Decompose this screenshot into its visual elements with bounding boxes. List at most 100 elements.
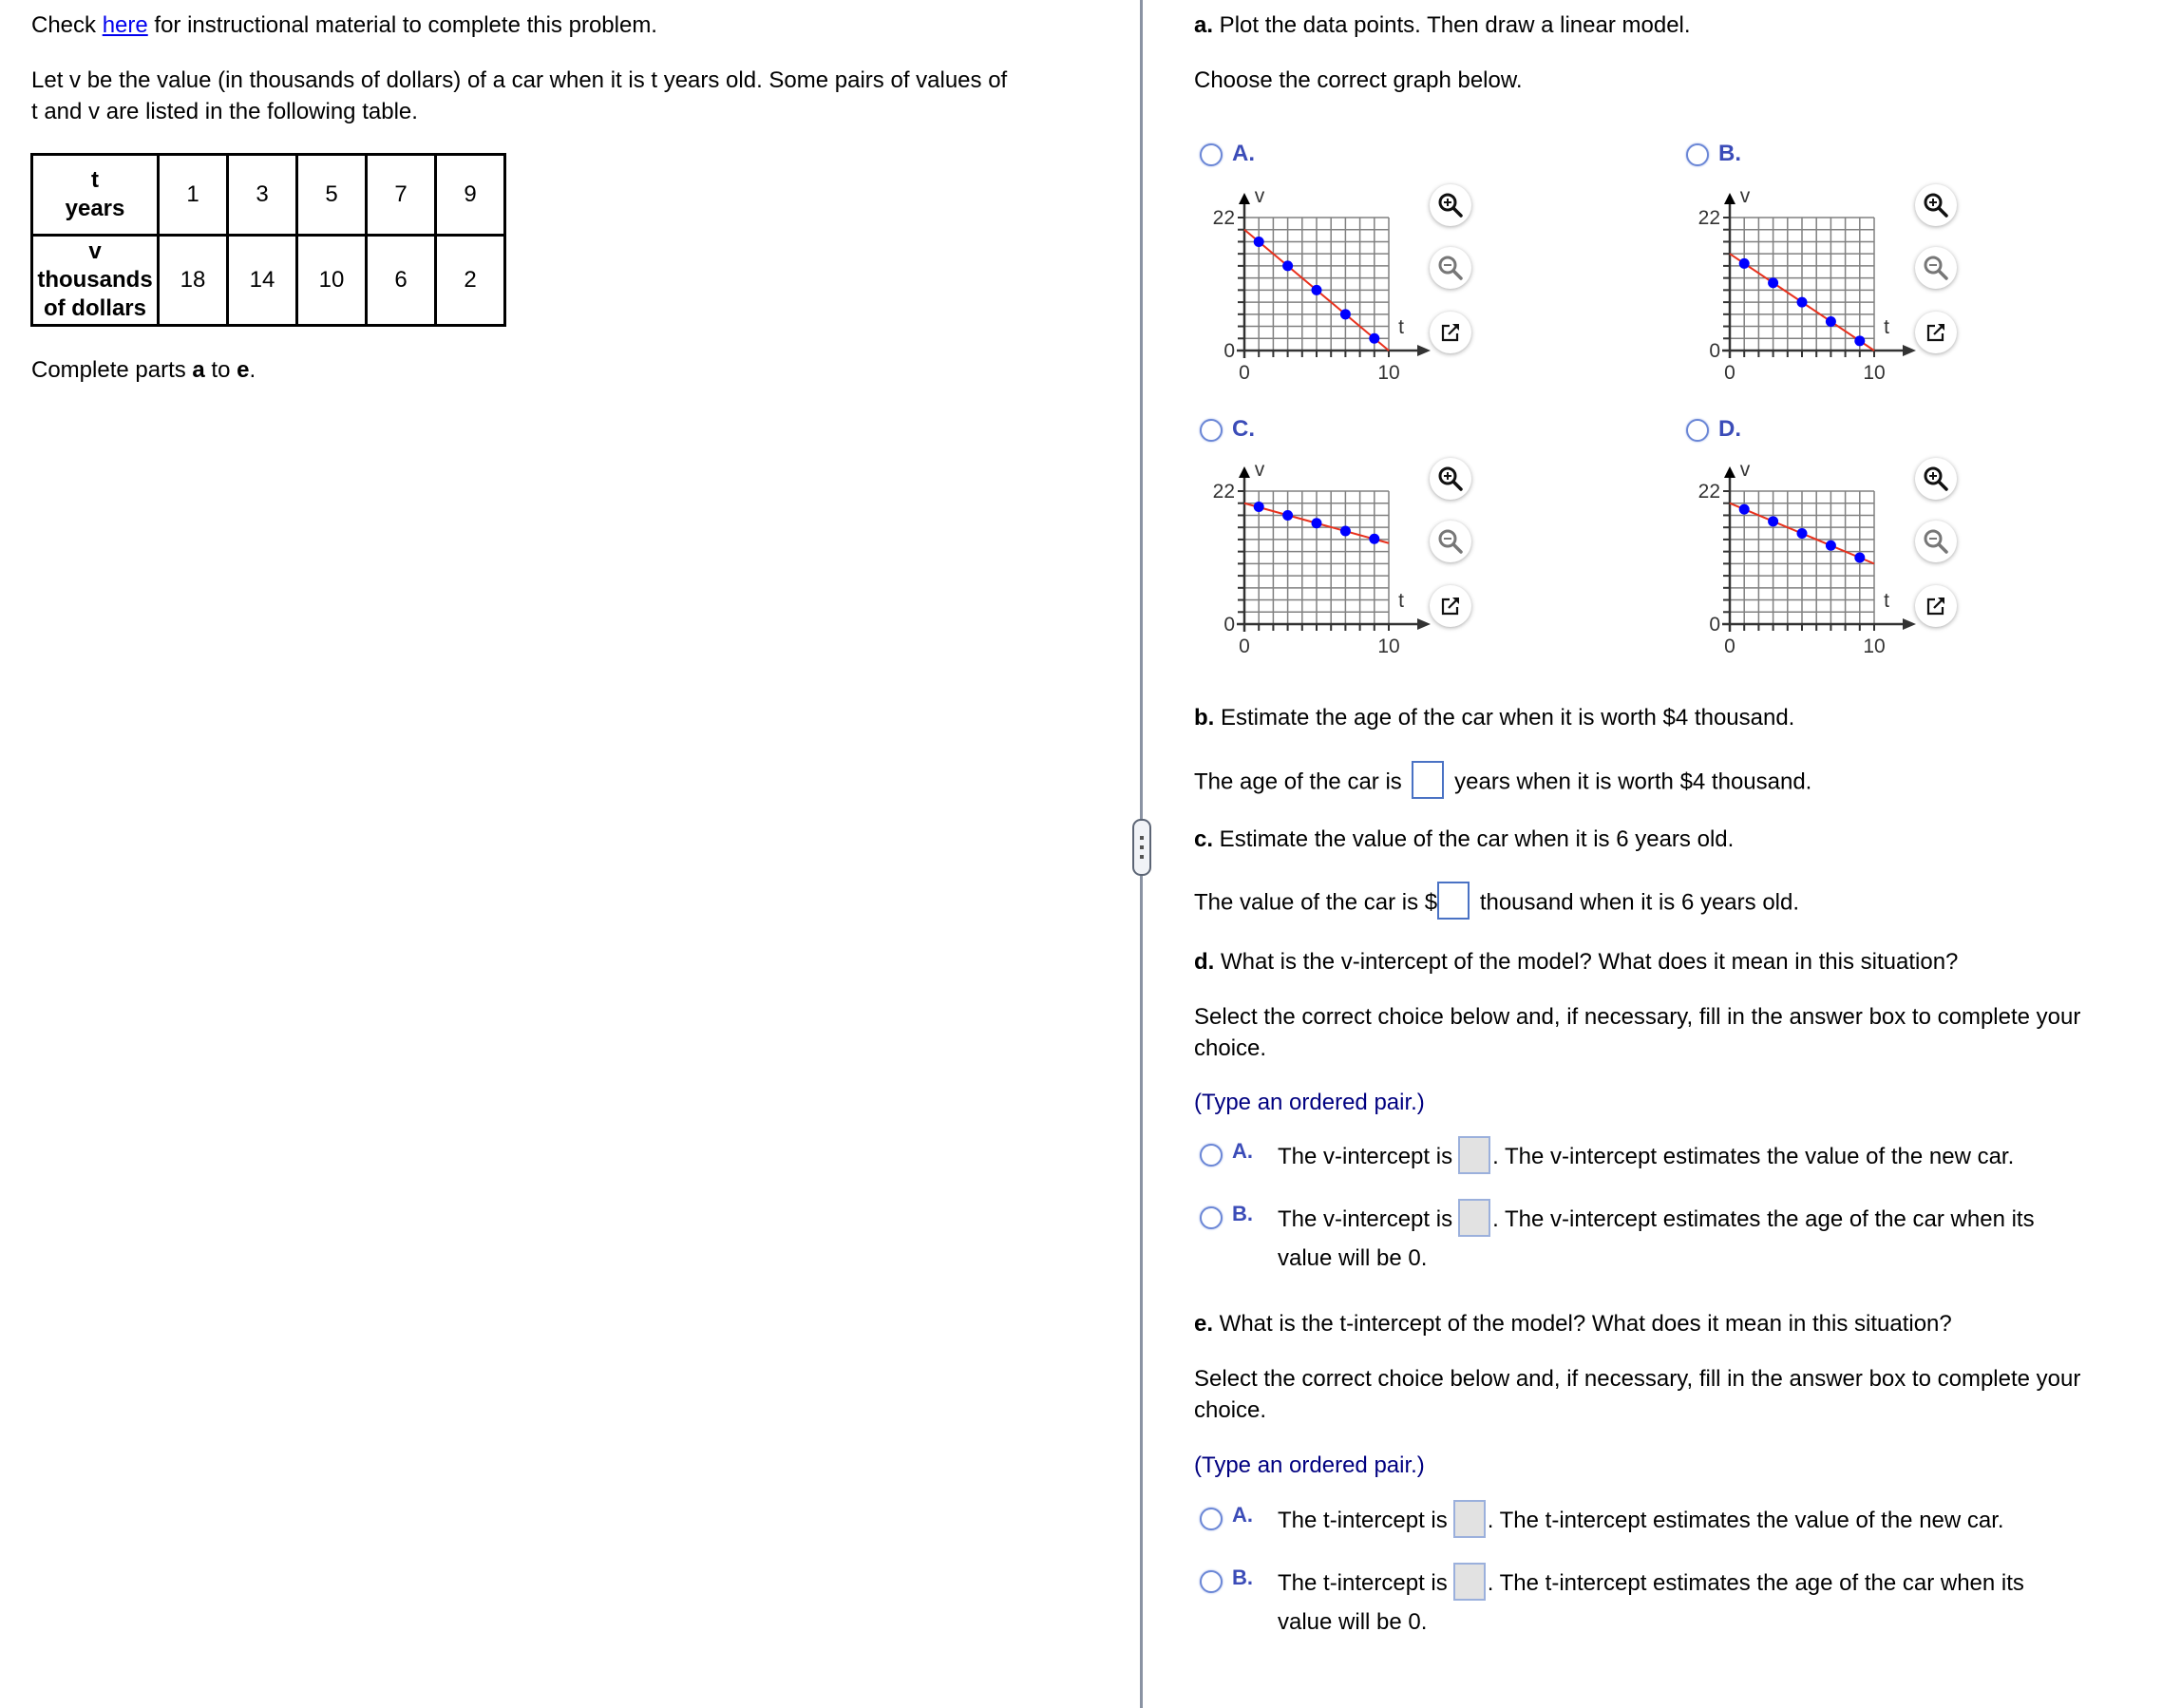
data-point (1369, 533, 1380, 544)
option-text: The t-intercept is . The t-intercept esti… (1278, 1562, 2024, 1642)
value-answer-input[interactable] (1437, 882, 1470, 920)
table-cell: 10 (295, 234, 368, 327)
y-axis-arrow (1724, 193, 1735, 204)
part-e-instruction-line-2: choice. (1194, 1397, 1267, 1423)
y-tick-label: 22 (1698, 481, 1720, 503)
x-tick-label: 10 (1863, 636, 1885, 657)
part-e-instruction: Select the correct choice below and, if … (1194, 1363, 2080, 1426)
x-axis-label: t (1884, 590, 1889, 612)
t-intercept-answer-input[interactable] (1452, 1562, 1486, 1601)
zoom-out-icon (1923, 255, 1949, 281)
y-tick-label: 22 (1698, 207, 1720, 229)
table-cell: 2 (434, 234, 506, 327)
zoom-out-button[interactable] (1915, 521, 1957, 562)
part-a-label: a. (1194, 12, 1214, 38)
problem-line-1: Let v be the value (in thousands of doll… (31, 67, 1008, 93)
option-label[interactable]: A. (1232, 1139, 1253, 1164)
pane-resize-handle[interactable] (1132, 819, 1151, 876)
part-d-instruction: Select the correct choice below and, if … (1194, 1001, 2080, 1064)
table-cell: 18 (157, 234, 229, 327)
complete-parts-text: Complete parts a to e. (31, 354, 256, 386)
data-point (1854, 552, 1866, 563)
zoom-out-icon (1437, 255, 1464, 281)
part-c-label: c. (1194, 826, 1214, 852)
zoom-out-button[interactable] (1430, 247, 1471, 289)
data-point (1311, 518, 1322, 529)
option-text-prefix: The t-intercept is (1278, 1508, 1448, 1533)
option-radio[interactable] (1200, 1144, 1223, 1167)
pop-out-button[interactable] (1915, 312, 1957, 353)
part-b-answer-suffix: years when it is worth $4 thousand. (1454, 769, 1812, 795)
graph-c: 22 00 10 v t (1213, 459, 1431, 657)
y-tick-label: 22 (1213, 481, 1235, 503)
part-e-text: What is the t-intercept of the model? Wh… (1213, 1311, 1952, 1337)
table-cell: 5 (295, 153, 368, 237)
y-axis-arrow (1724, 466, 1735, 478)
x-axis-label: t (1398, 590, 1404, 612)
option-label[interactable]: B. (1232, 1566, 1253, 1590)
header-unit: of dollars (43, 295, 146, 321)
part-d-prompt: d. What is the v-intercept of the model?… (1194, 946, 1958, 977)
y-tick-label: 0 (1223, 614, 1235, 636)
y-axis-label: v (1255, 459, 1265, 481)
part-c-answer-prefix: The value of the car is $ (1194, 889, 1438, 916)
graph-option-radio[interactable] (1200, 143, 1223, 166)
v-intercept-answer-input[interactable] (1458, 1198, 1491, 1237)
option-radio[interactable] (1200, 1206, 1223, 1229)
row-header-v: v thousands of dollars (30, 234, 160, 327)
pop-out-icon (1439, 321, 1462, 344)
pop-out-button[interactable] (1430, 312, 1471, 353)
part-e-label: e. (1194, 1311, 1214, 1337)
part-d-hint: (Type an ordered pair.) (1194, 1090, 1425, 1115)
y-axis-label: v (1740, 459, 1751, 481)
complete-prefix: Complete parts (31, 357, 193, 383)
part-a-instruction: Choose the correct graph below. (1194, 67, 1523, 93)
zoom-in-button[interactable] (1430, 184, 1471, 226)
part-e-hint: (Type an ordered pair.) (1194, 1452, 1425, 1478)
x-tick-label: 0 (1239, 362, 1250, 384)
option-radio[interactable] (1200, 1570, 1223, 1593)
graph-a: 22 00 10 v t (1213, 185, 1431, 384)
part-c-answer-line: The value of the car is $ thousand when … (1194, 882, 1800, 922)
graph-option-radio[interactable] (1686, 143, 1709, 166)
x-axis-label: t (1398, 316, 1404, 338)
option-label[interactable]: B. (1232, 1202, 1253, 1226)
y-tick-label: 0 (1709, 340, 1720, 362)
graph-option-label[interactable]: C. (1232, 416, 1255, 443)
data-point (1282, 509, 1294, 521)
t-intercept-answer-input[interactable] (1452, 1499, 1486, 1538)
graph-option-label[interactable]: A. (1232, 141, 1255, 167)
option-text-suffix: . The t-intercept estimates the age of t… (1487, 1570, 2024, 1596)
graph-option-label[interactable]: D. (1718, 416, 1741, 443)
pop-out-button[interactable] (1915, 585, 1957, 627)
complete-mid: to (204, 357, 237, 383)
here-link[interactable]: here (103, 12, 148, 38)
part-c-answer-suffix: thousand when it is 6 years old. (1479, 889, 1800, 916)
part-a-prompt: a. Plot the data points. Then draw a lin… (1194, 9, 1691, 41)
data-point (1768, 277, 1779, 289)
v-intercept-answer-input[interactable] (1458, 1135, 1491, 1174)
part-a-ref: a (192, 357, 205, 383)
graph-option-radio[interactable] (1686, 419, 1709, 442)
option-label[interactable]: A. (1232, 1503, 1253, 1528)
option-text-line-2: value will be 0. (1278, 1244, 1428, 1271)
zoom-in-button[interactable] (1430, 458, 1471, 500)
graph-option-radio[interactable] (1200, 419, 1223, 442)
graph-option-label[interactable]: B. (1718, 141, 1741, 167)
x-tick-label: 0 (1724, 362, 1735, 384)
zoom-in-icon (1923, 192, 1949, 218)
table-cell: 3 (226, 153, 298, 237)
x-tick-label: 10 (1863, 362, 1885, 384)
option-radio[interactable] (1200, 1508, 1223, 1530)
pop-out-button[interactable] (1430, 585, 1471, 627)
data-point (1825, 315, 1836, 327)
check-suffix: for instructional material to complete t… (147, 12, 657, 38)
x-axis-arrow (1903, 345, 1916, 356)
part-e-instruction-line-1: Select the correct choice below and, if … (1194, 1366, 2081, 1392)
option-text-line-2: value will be 0. (1278, 1608, 1428, 1635)
zoom-in-button[interactable] (1915, 184, 1957, 226)
zoom-out-button[interactable] (1915, 247, 1957, 289)
zoom-in-button[interactable] (1915, 458, 1957, 500)
zoom-out-button[interactable] (1430, 521, 1471, 562)
age-answer-input[interactable] (1412, 761, 1445, 799)
